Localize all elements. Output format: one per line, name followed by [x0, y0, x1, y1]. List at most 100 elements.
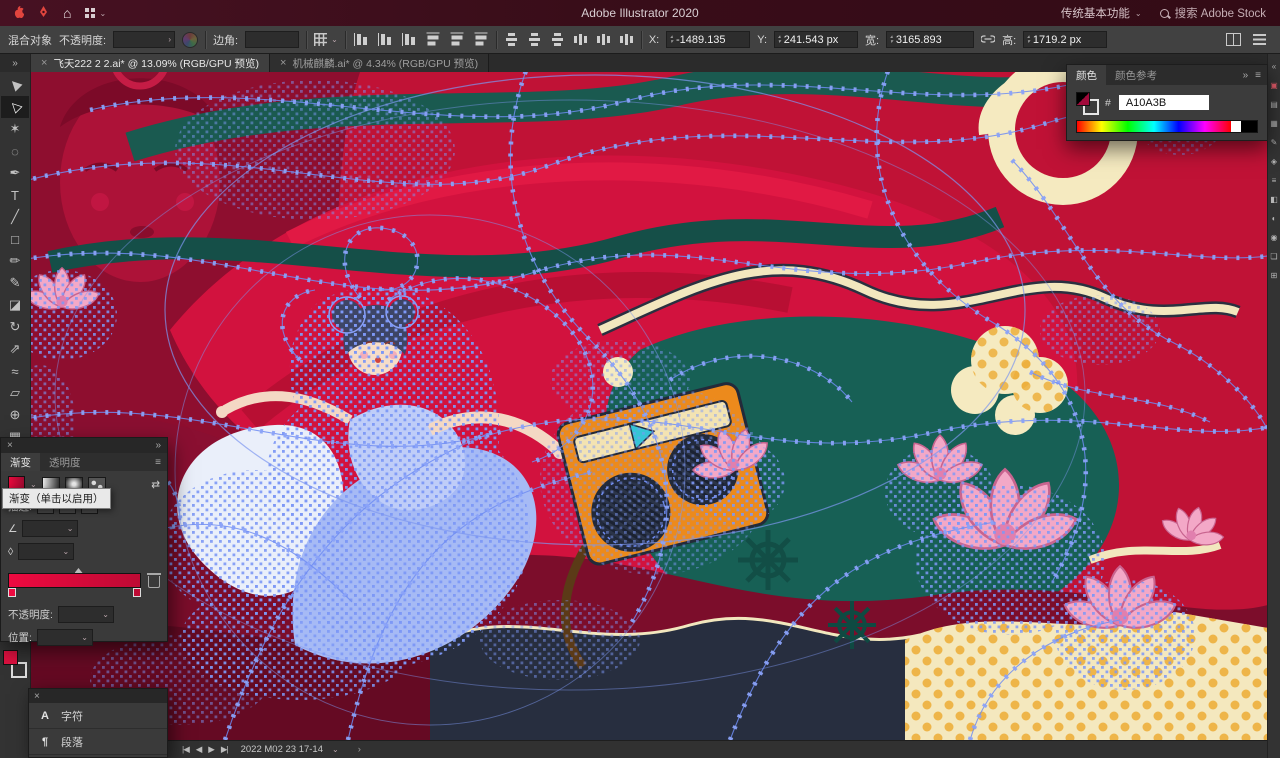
- panel-menu-icon[interactable]: ≡: [155, 457, 161, 468]
- apple-menu-icon[interactable]: [12, 5, 25, 22]
- color-spectrum[interactable]: [1076, 120, 1258, 133]
- gradient-midpoint-handle[interactable]: [74, 568, 83, 573]
- fill-proxy[interactable]: [1076, 92, 1090, 106]
- status-text[interactable]: 2022 M02 23 17-14: [241, 744, 323, 755]
- align-top-icon[interactable]: [426, 32, 439, 48]
- tab-close-icon[interactable]: ×: [41, 57, 47, 69]
- tab-close-icon[interactable]: ×: [280, 57, 286, 69]
- gradient-tab[interactable]: 渐变: [1, 453, 40, 471]
- distribute-v-center-icon[interactable]: [528, 32, 541, 47]
- distribute-h-center-icon[interactable]: [596, 33, 611, 46]
- gradient-angle-field[interactable]: ⌄: [22, 520, 79, 537]
- workspace-grid-icon[interactable]: ⌄: [85, 8, 106, 18]
- panel-menu-icon[interactable]: ≡: [1255, 70, 1261, 81]
- fill-stroke-widget[interactable]: [3, 650, 27, 684]
- link-dimensions-icon[interactable]: [980, 34, 996, 46]
- gradient-panel-icon[interactable]: ◧: [1269, 195, 1279, 204]
- pen-tool[interactable]: ✒: [1, 162, 29, 184]
- corner-field[interactable]: [245, 31, 300, 48]
- panel-close-icon[interactable]: ×: [34, 691, 40, 702]
- artboards-panel-icon[interactable]: ⊞: [1269, 271, 1279, 280]
- direct-selection-tool[interactable]: ▷: [1, 96, 29, 118]
- rectangle-tool[interactable]: □: [1, 228, 29, 250]
- shape-properties-dropdown[interactable]: ⌄: [314, 33, 338, 46]
- distribute-right-icon[interactable]: [619, 33, 634, 46]
- distribute-bottom-icon[interactable]: [551, 32, 564, 47]
- opacity-field[interactable]: ›: [113, 31, 176, 48]
- stop-opacity-field[interactable]: ⌄: [57, 606, 114, 623]
- paintbrush-tool[interactable]: ✏: [1, 250, 29, 272]
- panel-close-icon[interactable]: ×: [7, 440, 13, 451]
- transparency-tab[interactable]: 透明度: [40, 453, 90, 471]
- align-h-center-icon[interactable]: [377, 33, 393, 46]
- fill-swatch[interactable]: [3, 650, 18, 665]
- layers-panel-icon[interactable]: ❏: [1269, 252, 1279, 261]
- transparency-panel-icon[interactable]: ◐: [1269, 214, 1279, 223]
- prev-artboard-icon[interactable]: ◀: [196, 744, 202, 755]
- app-pen-icon[interactable]: [38, 5, 49, 21]
- delete-stop-icon[interactable]: [147, 573, 161, 588]
- status-chevron-icon[interactable]: ⌄: [332, 745, 339, 754]
- gradient-stop-left[interactable]: [8, 588, 16, 597]
- lasso-tool[interactable]: ◌: [1, 140, 29, 162]
- control-panel-menu-icon[interactable]: [1253, 34, 1266, 45]
- height-field[interactable]: ▴ ▾ 1719.2 px: [1023, 31, 1108, 48]
- color-panel-icon[interactable]: ▣: [1269, 81, 1279, 90]
- line-segment-tool[interactable]: ╱: [1, 206, 29, 228]
- symbols-panel-icon[interactable]: ◈: [1269, 157, 1279, 166]
- color-guide-tab[interactable]: 颜色参考: [1106, 65, 1166, 85]
- pencil-tool[interactable]: ✎: [1, 272, 29, 294]
- distribute-top-icon[interactable]: [505, 32, 518, 47]
- white-swatch[interactable]: [1231, 121, 1241, 132]
- stock-search[interactable]: 搜索 Adobe Stock: [1159, 5, 1266, 21]
- first-artboard-icon[interactable]: |◀: [182, 744, 190, 755]
- tab-feitian[interactable]: × 飞天222 2 2.ai* @ 13.09% (RGB/GPU 预览): [31, 54, 271, 72]
- brushes-panel-icon[interactable]: ✎: [1269, 138, 1279, 147]
- arrange-documents-icon[interactable]: [1226, 33, 1241, 46]
- toolbar-collapse-icon[interactable]: »: [0, 54, 31, 72]
- scale-tool[interactable]: ⇗: [1, 338, 29, 360]
- rotate-tool[interactable]: ↻: [1, 316, 29, 338]
- gradient-stop-right[interactable]: [133, 588, 141, 597]
- gradient-slider[interactable]: [8, 568, 141, 597]
- width-field[interactable]: ▴ ▾ 3165.893: [886, 31, 975, 48]
- home-icon[interactable]: ⌂: [63, 5, 71, 21]
- last-artboard-icon[interactable]: ▶|: [221, 744, 229, 755]
- recolor-artwork-icon[interactable]: [182, 31, 199, 48]
- fill-stroke-indicator[interactable]: [1076, 92, 1099, 115]
- type-tool[interactable]: T: [1, 184, 29, 206]
- paragraph-row[interactable]: ¶ 段落: [29, 729, 167, 755]
- x-field[interactable]: ▴ ▾ -1489.135: [666, 31, 751, 48]
- stepper-icon[interactable]: ▴ ▾: [670, 34, 673, 45]
- spectrum-ramp[interactable]: [1077, 121, 1231, 132]
- magic-wand-tool[interactable]: ✶: [1, 118, 29, 140]
- artwork-canvas[interactable]: [30, 72, 1268, 740]
- distribute-left-icon[interactable]: [573, 33, 588, 46]
- y-field[interactable]: ▴ ▾ 241.543 px: [774, 31, 859, 48]
- aspect-ratio-field[interactable]: ⌄: [18, 543, 75, 560]
- swatches-panel-icon[interactable]: ▦: [1269, 119, 1279, 128]
- stop-position-field[interactable]: ⌄: [36, 629, 93, 646]
- canvas-area[interactable]: [30, 72, 1268, 740]
- stroke-panel-icon[interactable]: ≡: [1269, 176, 1279, 185]
- align-bottom-icon[interactable]: [474, 32, 487, 48]
- align-left-icon[interactable]: [353, 33, 369, 46]
- workspace-switcher[interactable]: 传统基本功能 ⌄: [1061, 5, 1142, 21]
- stepper-icon[interactable]: ▴ ▾: [778, 34, 781, 45]
- status-expand-icon[interactable]: ›: [358, 744, 361, 755]
- stepper-icon[interactable]: ▴ ▾: [1027, 34, 1030, 45]
- next-artboard-icon[interactable]: ▶: [208, 744, 214, 755]
- align-v-center-icon[interactable]: [450, 32, 463, 48]
- panel-collapse-icon[interactable]: »: [155, 440, 161, 451]
- eraser-tool[interactable]: ◪: [1, 294, 29, 316]
- collapse-panels-icon[interactable]: «: [1269, 62, 1279, 71]
- color-tab[interactable]: 颜色: [1067, 65, 1106, 85]
- hex-value-field[interactable]: A10A3B: [1118, 95, 1209, 110]
- align-right-icon[interactable]: [401, 33, 417, 46]
- character-row[interactable]: A 字符: [29, 703, 167, 729]
- color-guide-panel-icon[interactable]: ▤: [1269, 100, 1279, 109]
- black-swatch[interactable]: [1241, 121, 1257, 132]
- stepper-icon[interactable]: ▴ ▾: [890, 34, 893, 45]
- free-transform-tool[interactable]: ▱: [1, 382, 29, 404]
- appearance-panel-icon[interactable]: ◉: [1269, 233, 1279, 242]
